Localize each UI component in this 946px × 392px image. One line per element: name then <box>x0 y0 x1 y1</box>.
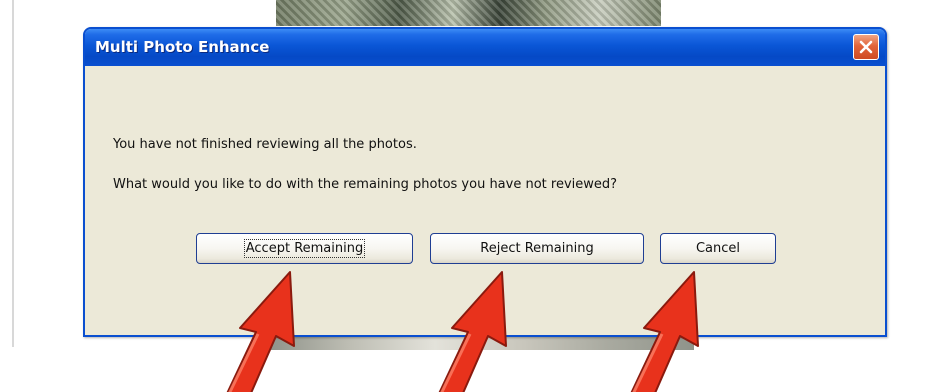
message-line-1: You have not finished reviewing all the … <box>113 137 417 152</box>
dialog-title-bar[interactable]: Multi Photo Enhance <box>85 29 885 66</box>
screenshot-stage: Multi Photo Enhance You have not finishe… <box>0 0 946 392</box>
red-arrow-icon <box>630 271 699 392</box>
left-divider <box>12 0 14 347</box>
dialog-title: Multi Photo Enhance <box>95 38 270 56</box>
close-button[interactable] <box>853 34 879 60</box>
message-line-2: What would you like to do with the remai… <box>113 177 618 192</box>
close-icon <box>859 40 873 54</box>
background-photo-top <box>276 0 661 26</box>
red-arrow-icon <box>226 271 295 392</box>
red-arrow-icon <box>438 271 507 392</box>
